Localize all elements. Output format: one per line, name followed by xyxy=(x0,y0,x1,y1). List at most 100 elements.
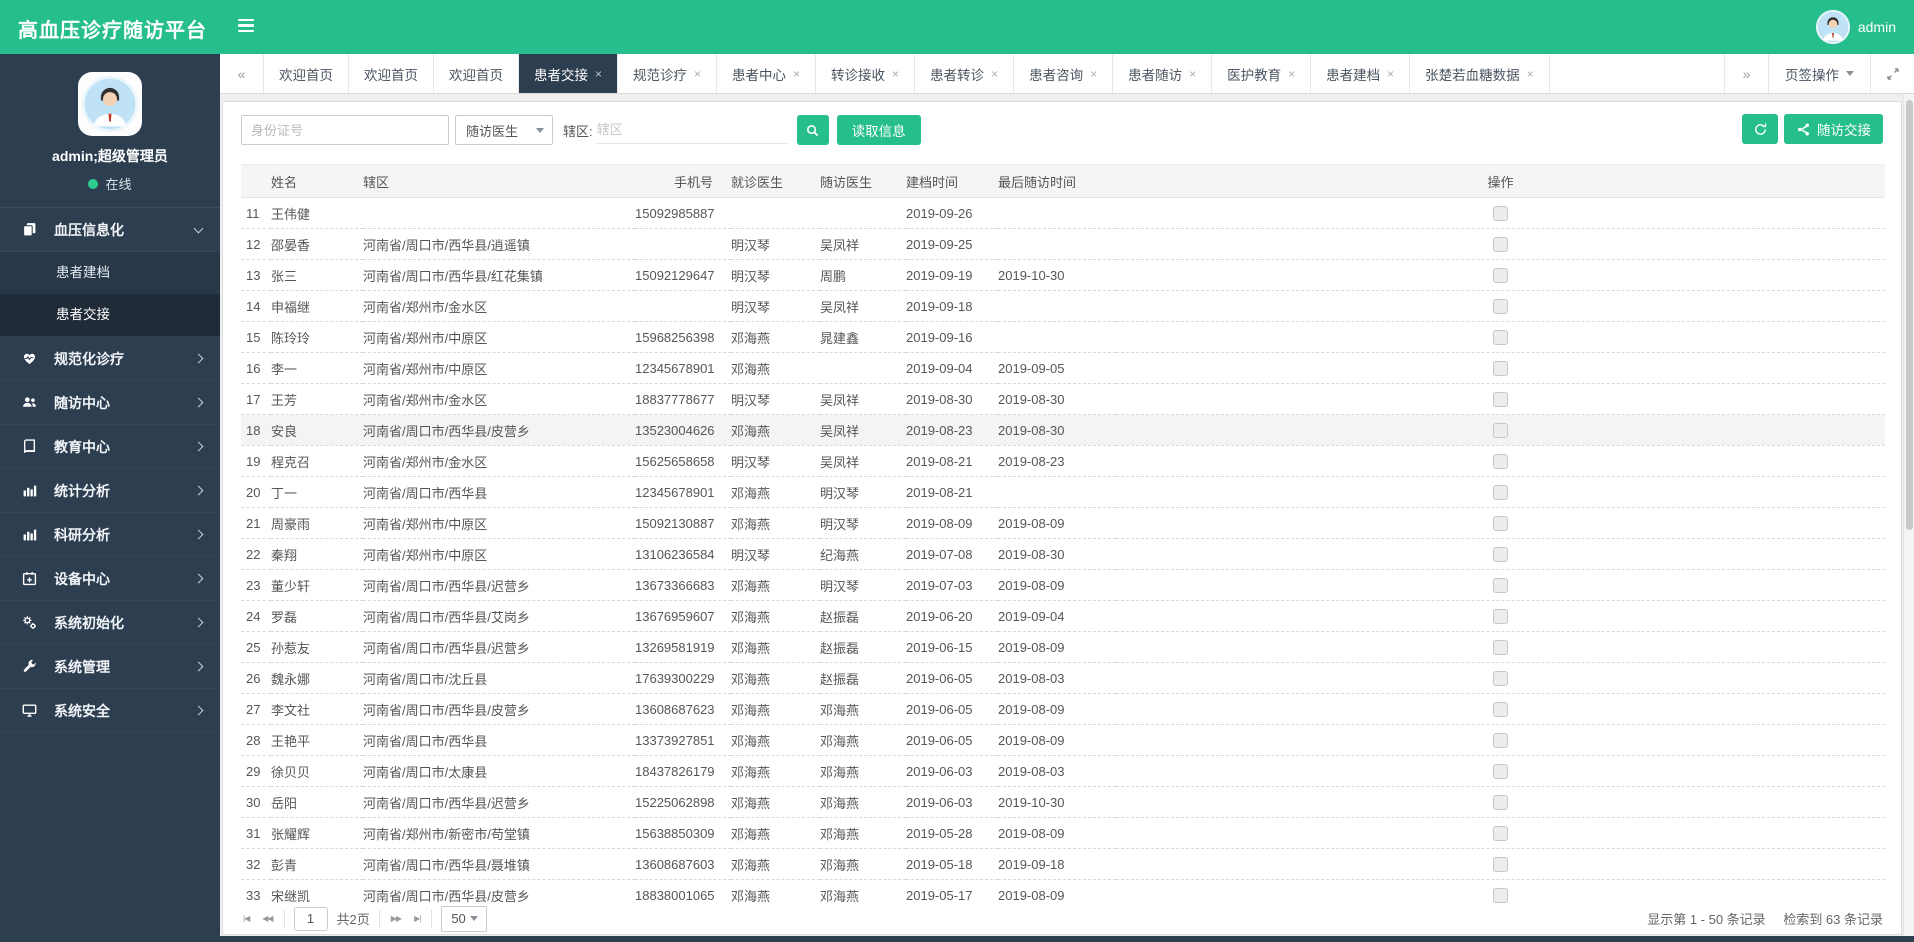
row-select-checkbox[interactable] xyxy=(1493,515,1508,531)
read-info-button[interactable]: 读取信息 xyxy=(836,115,921,145)
table-row[interactable]: 13 张三 河南省/周口市/西华县/红花集镇 15092129647 明汉琴 周鹏 2019… xyxy=(241,259,1885,291)
prev-page-button[interactable]: ◀◀ xyxy=(260,910,274,927)
first-page-button[interactable]: |◀ xyxy=(241,910,251,927)
row-select-checkbox[interactable] xyxy=(1493,763,1508,779)
row-select-checkbox[interactable] xyxy=(1493,732,1508,748)
table-row[interactable]: 25 孙惹友 河南省/周口市/西华县/迟营乡 13269581919 邓海燕 赵振磊 201… xyxy=(241,631,1885,663)
row-select-checkbox[interactable] xyxy=(1493,794,1508,810)
last-page-button[interactable]: ▶| xyxy=(412,910,422,927)
row-select-checkbox[interactable] xyxy=(1493,360,1508,376)
search-button[interactable] xyxy=(796,115,829,145)
row-select-checkbox[interactable] xyxy=(1493,391,1508,407)
table-row[interactable]: 19 程克召 河南省/郑州市/金水区 15625658658 明汉琴 吴凤祥 2019-08… xyxy=(241,445,1885,477)
sidebar-subitem-patient-filing[interactable]: 患者建档 xyxy=(0,252,220,294)
table-row[interactable]: 27 李文社 河南省/周口市/西华县/皮营乡 13608687623 邓海燕 邓海燕 201… xyxy=(241,693,1885,725)
row-select-checkbox[interactable] xyxy=(1493,546,1508,562)
close-icon[interactable]: × xyxy=(595,67,602,81)
row-select-checkbox[interactable] xyxy=(1493,639,1508,655)
table-row[interactable]: 12 邵晏香 河南省/周口市/西华县/逍遥镇 明汉琴 吴凤祥 2019-09-25 xyxy=(241,228,1885,260)
tab-referral-receive[interactable]: 转诊接收 × xyxy=(816,54,916,93)
close-icon[interactable]: × xyxy=(694,67,701,81)
tab-operations-dropdown[interactable]: 页签操作 xyxy=(1768,54,1870,93)
table-row[interactable]: 31 张耀辉 河南省/郑州市/新密市/苟堂镇 15638850309 邓海燕 邓海燕 201… xyxy=(241,817,1885,849)
table-row[interactable]: 32 彭青 河南省/周口市/西华县/聂堆镇 13608687603 邓海燕 邓海燕 2019… xyxy=(241,848,1885,880)
table-row[interactable]: 14 申福继 河南省/郑州市/金水区 明汉琴 吴凤祥 2019-09-18 xyxy=(241,290,1885,322)
id-card-input[interactable] xyxy=(241,115,449,145)
row-select-checkbox[interactable] xyxy=(1493,298,1508,314)
tabs-scroll-right-icon[interactable]: » xyxy=(1724,54,1768,93)
sidebar-item-research-analysis[interactable]: 科研分析 xyxy=(0,513,220,557)
page-size-select[interactable]: 50 xyxy=(441,905,487,932)
table-row[interactable]: 18 安良 河南省/周口市/西华县/皮营乡 13523004626 邓海燕 吴凤祥 2019… xyxy=(241,414,1885,446)
table-row[interactable]: 16 李一 河南省/郑州市/中原区 12345678901 邓海燕 2019-09-04 2… xyxy=(241,352,1885,384)
row-select-checkbox[interactable] xyxy=(1493,422,1508,438)
table-row[interactable]: 28 王艳平 河南省/周口市/西华县 13373927851 邓海燕 邓海燕 2019-06… xyxy=(241,724,1885,756)
tab-patient-referral[interactable]: 患者转诊 × xyxy=(915,54,1015,93)
close-icon[interactable]: × xyxy=(1189,67,1196,81)
row-select-checkbox[interactable] xyxy=(1493,329,1508,345)
sidebar-item-bp-informatization[interactable]: 血压信息化 xyxy=(0,208,220,252)
sidebar-item-system-admin[interactable]: 系统管理 xyxy=(0,645,220,689)
fullscreen-icon[interactable] xyxy=(1870,54,1914,93)
close-icon[interactable]: × xyxy=(1090,67,1097,81)
row-select-checkbox[interactable] xyxy=(1493,267,1508,283)
table-row[interactable]: 29 徐贝贝 河南省/周口市/太康县 18437826179 邓海燕 邓海燕 2019-06… xyxy=(241,755,1885,787)
row-select-checkbox[interactable] xyxy=(1493,453,1508,469)
sidebar-toggle-icon[interactable] xyxy=(238,19,258,35)
table-row[interactable]: 22 秦翔 河南省/郑州市/中原区 13106236584 明汉琴 纪海燕 2019-07-… xyxy=(241,538,1885,570)
tab-standard-care[interactable]: 规范诊疗 × xyxy=(618,54,718,93)
sidebar-item-education-center[interactable]: 教育中心 xyxy=(0,425,220,469)
header-user-menu[interactable]: admin xyxy=(1815,10,1896,44)
tab-medical-education[interactable]: 医护教育 × xyxy=(1212,54,1312,93)
tabs-scroll-left-icon[interactable]: « xyxy=(220,54,264,93)
sidebar-item-standardized-care[interactable]: 规范化诊疗 xyxy=(0,337,220,381)
scrollbar-thumb[interactable] xyxy=(1905,100,1913,530)
tab-patient-handover[interactable]: 患者交接 × xyxy=(519,54,619,93)
row-select-checkbox[interactable] xyxy=(1493,205,1508,221)
table-row[interactable]: 30 岳阳 河南省/周口市/西华县/迟营乡 15225062898 邓海燕 邓海燕 2019… xyxy=(241,786,1885,818)
tab-welcome-home-2[interactable]: 欢迎首页 xyxy=(349,54,434,93)
next-page-button[interactable]: ▶▶ xyxy=(389,910,403,927)
followup-handover-button[interactable]: 随访交接 xyxy=(1784,114,1883,144)
row-select-checkbox[interactable] xyxy=(1493,825,1508,841)
row-select-checkbox[interactable] xyxy=(1493,484,1508,500)
tab-welcome-home-3[interactable]: 欢迎首页 xyxy=(434,54,519,93)
close-icon[interactable]: × xyxy=(793,67,800,81)
row-select-checkbox[interactable] xyxy=(1493,887,1508,903)
table-row[interactable]: 23 董少轩 河南省/周口市/西华县/迟营乡 13673366683 邓海燕 明汉琴 201… xyxy=(241,569,1885,601)
sidebar-item-statistical-analysis[interactable]: 统计分析 xyxy=(0,469,220,513)
tab-patient-filing[interactable]: 患者建档 × xyxy=(1311,54,1411,93)
row-select-checkbox[interactable] xyxy=(1493,856,1508,872)
table-row[interactable]: 33 宋继凯 河南省/周口市/西华县/皮营乡 18838001065 邓海燕 邓海燕 201… xyxy=(241,879,1885,903)
table-row[interactable]: 21 周豪雨 河南省/郑州市/中原区 15092130887 邓海燕 明汉琴 2019-08… xyxy=(241,507,1885,539)
refresh-button[interactable] xyxy=(1742,114,1778,144)
tab-patient-followup[interactable]: 患者随访 × xyxy=(1113,54,1213,93)
row-select-checkbox[interactable] xyxy=(1493,236,1508,252)
table-row[interactable]: 15 陈玲玲 河南省/郑州市/中原区 15968256398 邓海燕 晁建鑫 2019-09… xyxy=(241,321,1885,353)
sidebar-subitem-patient-handover[interactable]: 患者交接 xyxy=(0,294,220,336)
row-select-checkbox[interactable] xyxy=(1493,577,1508,593)
page-number-input[interactable] xyxy=(293,906,328,931)
sidebar-item-followup-center[interactable]: 随访中心 xyxy=(0,381,220,425)
sidebar-item-device-center[interactable]: 设备中心 xyxy=(0,557,220,601)
tab-zhang-churuo-glucose[interactable]: 张楚若血糖数据 × xyxy=(1410,54,1550,93)
table-row[interactable]: 17 王芳 河南省/郑州市/金水区 18837778677 明汉琴 吴凤祥 2019-08-… xyxy=(241,383,1885,415)
sidebar-item-system-security[interactable]: 系统安全 xyxy=(0,689,220,733)
row-select-checkbox[interactable] xyxy=(1493,608,1508,624)
district-input[interactable] xyxy=(596,116,787,144)
table-row[interactable]: 24 罗磊 河南省/周口市/西华县/艾岗乡 13676959607 邓海燕 赵振磊 2019… xyxy=(241,600,1885,632)
followup-doctor-select[interactable]: 随访医生 xyxy=(455,115,553,145)
table-row[interactable]: 26 魏永娜 河南省/周口市/沈丘县 17639300229 邓海燕 赵振磊 2019-06… xyxy=(241,662,1885,694)
table-row[interactable]: 20 丁一 河南省/周口市/西华县 12345678901 邓海燕 明汉琴 2019-08-… xyxy=(241,476,1885,508)
row-select-checkbox[interactable] xyxy=(1493,670,1508,686)
tab-welcome-home-1[interactable]: 欢迎首页 xyxy=(264,54,349,93)
sidebar-item-system-init[interactable]: 系统初始化 xyxy=(0,601,220,645)
table-row[interactable]: 11 王伟健 15092985887 2019-09-26 xyxy=(241,197,1885,229)
close-icon[interactable]: × xyxy=(1527,67,1534,81)
tab-patient-consult[interactable]: 患者咨询 × xyxy=(1014,54,1114,93)
close-icon[interactable]: × xyxy=(1288,67,1295,81)
close-icon[interactable]: × xyxy=(892,67,899,81)
close-icon[interactable]: × xyxy=(1387,67,1394,81)
tab-patient-center[interactable]: 患者中心 × xyxy=(717,54,817,93)
close-icon[interactable]: × xyxy=(991,67,998,81)
